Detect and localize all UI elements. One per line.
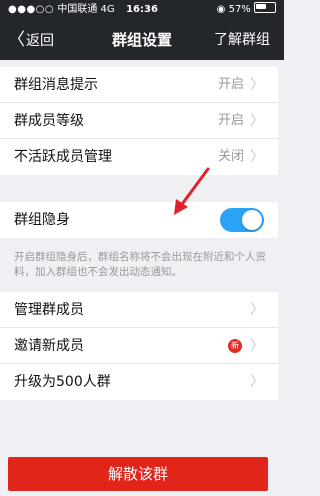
settings-row-invite-members[interactable]: 邀请新成员 新 〉 bbox=[0, 328, 278, 364]
status-right: ◉ 57% bbox=[217, 0, 276, 20]
stealth-group: 群组隐身 bbox=[0, 202, 278, 238]
chevron-left-icon: 〈 bbox=[8, 30, 25, 50]
member-management-group: 管理群成员 〉 邀请新成员 新 〉 升级为500人群 〉 bbox=[0, 292, 278, 400]
learn-group-link[interactable]: 了解群组 bbox=[214, 20, 270, 60]
settings-row-stealth: 群组隐身 bbox=[0, 202, 278, 238]
settings-row-message-alert[interactable]: 群组消息提示 开启 〉 bbox=[0, 67, 278, 103]
toggle-knob bbox=[242, 210, 262, 230]
row-value: 开启 bbox=[217, 113, 244, 128]
row-label: 群组隐身 bbox=[14, 212, 70, 228]
navigation-bar: 〈返回 群组设置 了解群组 bbox=[0, 20, 284, 60]
phone-screen: ●●●○○ 中国联通 4G 16:36 ◉ 57% 〈返回 群组设置 了解群组 … bbox=[0, 0, 284, 496]
chevron-right-icon: 〉 bbox=[250, 338, 264, 354]
stealth-hint-text: 开启群组隐身后，群组名称将不会出现在附近和个人资料，加入群组也不会发出动态通知。 bbox=[14, 251, 266, 278]
back-label: 返回 bbox=[26, 33, 54, 49]
chevron-right-icon: 〉 bbox=[250, 149, 264, 165]
chevron-right-icon: 〉 bbox=[250, 302, 264, 318]
row-label: 邀请新成员 bbox=[14, 338, 84, 354]
settings-row-upgrade-group[interactable]: 升级为500人群 〉 bbox=[0, 364, 278, 400]
settings-row-member-level[interactable]: 群成员等级 开启 〉 bbox=[0, 103, 278, 139]
back-button[interactable]: 〈返回 bbox=[8, 20, 54, 60]
row-label: 不活跃成员管理 bbox=[14, 149, 112, 165]
row-label: 群组消息提示 bbox=[14, 77, 98, 93]
top-bar: ●●●○○ 中国联通 4G 16:36 ◉ 57% 〈返回 群组设置 了解群组 bbox=[0, 0, 284, 60]
settings-row-inactive-members[interactable]: 不活跃成员管理 关闭 〉 bbox=[0, 139, 278, 175]
right-edge-margin bbox=[278, 60, 284, 496]
settings-row-manage-members[interactable]: 管理群成员 〉 bbox=[0, 292, 278, 328]
annotation-arrow-icon bbox=[174, 167, 210, 215]
row-label: 管理群成员 bbox=[14, 302, 84, 318]
chevron-right-icon: 〉 bbox=[250, 77, 264, 93]
battery-percent: 57% bbox=[228, 4, 251, 15]
row-label: 升级为500人群 bbox=[14, 374, 111, 390]
notification-settings-group: 群组消息提示 开启 〉 群成员等级 开启 〉 不活跃成员管理 关闭 〉 bbox=[0, 67, 278, 175]
new-badge: 新 bbox=[228, 339, 242, 353]
dissolve-group-button[interactable]: 解散该群 bbox=[8, 457, 268, 491]
row-value: 关闭 bbox=[217, 149, 244, 164]
chevron-right-icon: 〉 bbox=[250, 113, 264, 129]
chevron-right-icon: 〉 bbox=[250, 374, 264, 390]
orientation-lock-icon: ◉ bbox=[216, 4, 226, 15]
stealth-toggle[interactable] bbox=[220, 208, 264, 232]
row-label: 群成员等级 bbox=[14, 113, 84, 129]
battery-icon bbox=[254, 2, 276, 13]
row-value: 开启 bbox=[217, 77, 244, 92]
arrow-shaft bbox=[178, 167, 210, 209]
status-bar: ●●●○○ 中国联通 4G 16:36 ◉ 57% bbox=[0, 0, 284, 20]
